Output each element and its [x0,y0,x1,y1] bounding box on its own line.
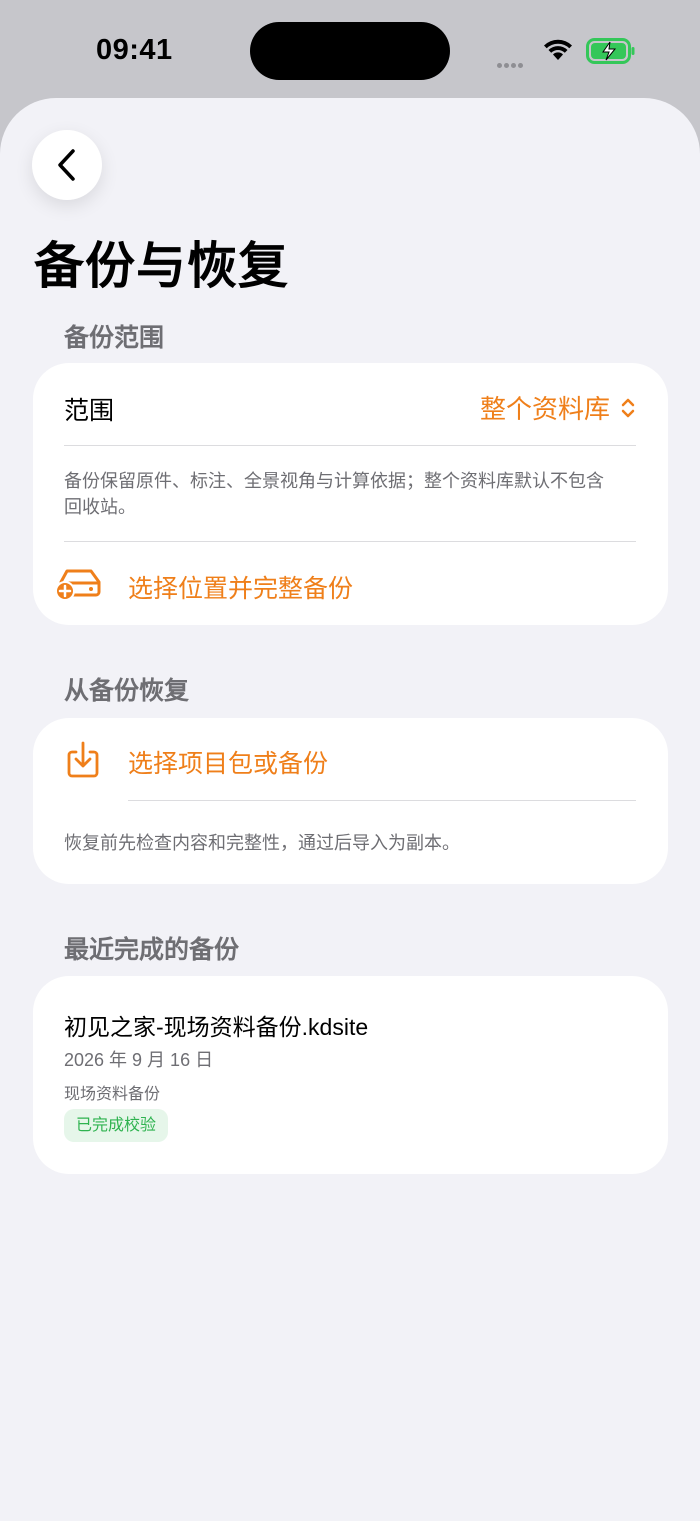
scope-value: 整个资料库 [479,394,610,424]
full-backup-button[interactable]: 选择位置并完整备份 [33,542,668,625]
wifi-icon [542,38,574,67]
restore-description: 恢复前先检查内容和完整性，通过后导入为副本。 [64,833,460,853]
select-package-button[interactable]: 选择项目包或备份 [33,718,668,800]
status-time: 09:41 [96,34,173,66]
page-title: 备份与恢复 [34,238,289,294]
status-badge: 已完成校验 [64,1109,169,1142]
scope-picker[interactable]: 整个资料库 [480,389,636,426]
battery-charging-icon [586,38,636,69]
backup-date: 2026 年 9 月 16 日 [64,1050,214,1070]
restore-card: 选择项目包或备份 恢复前先检查内容和完整性，通过后导入为副本。 [33,718,668,884]
section-header-restore: 从备份恢复 [64,677,190,705]
dynamic-island [250,22,450,80]
recent-backup-card[interactable]: 初见之家-现场资料备份.kdsite 2026 年 9 月 16 日 现场资料备… [33,976,668,1174]
divider [128,800,636,801]
full-backup-label: 选择位置并完整备份 [128,575,354,603]
section-header-backup-scope: 备份范围 [64,324,165,352]
back-chevron-icon [58,149,75,181]
scope-label: 范围 [64,397,115,425]
backup-type: 现场资料备份 [64,1086,161,1103]
cellular-signal-icon [497,55,525,73]
drive-add-icon [55,565,103,606]
select-package-label: 选择项目包或备份 [128,750,329,778]
up-down-chevron-icon [621,398,635,417]
status-bar: 09:41 [0,0,700,100]
settings-sheet: 备份与恢复 备份范围 范围 整个资料库 备份保留原件、标注、全景视角与计算依据；… [0,98,700,1521]
section-header-recent: 最近完成的备份 [64,936,240,964]
backup-description: 备份保留原件、标注、全景视角与计算依据；整个资料库默认不包含回收站。 [64,471,604,517]
backup-scope-card: 范围 整个资料库 备份保留原件、标注、全景视角与计算依据；整个资料库默认不包含回… [33,363,668,625]
divider [64,445,636,446]
download-tray-icon [66,740,100,785]
backup-file-name: 初见之家-现场资料备份.kdsite [64,1014,369,1040]
back-button[interactable] [32,130,102,200]
